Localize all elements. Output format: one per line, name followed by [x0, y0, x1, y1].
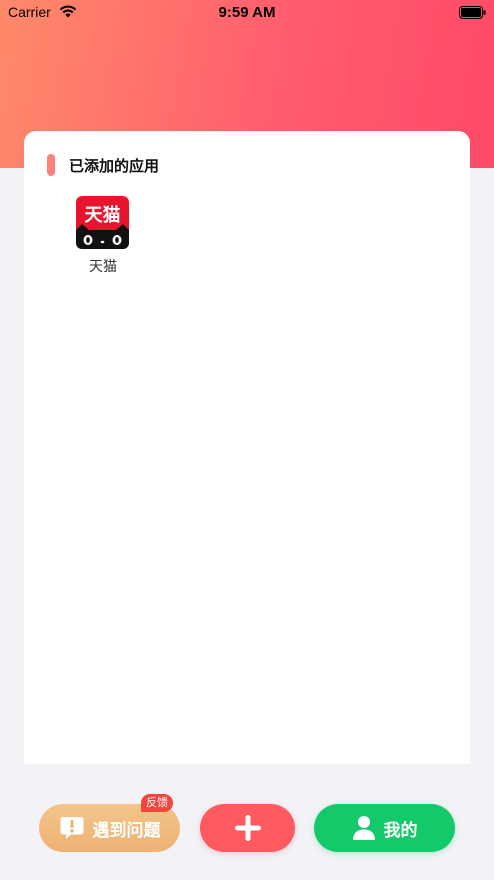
feedback-badge: 反馈	[141, 794, 173, 812]
clock: 9:59 AM	[218, 4, 276, 21]
person-icon	[352, 816, 375, 840]
mine-label: 我的	[383, 820, 418, 841]
added-apps-card: 已添加的应用 天猫 天猫	[24, 131, 470, 764]
report-problem-label: 遇到问题	[92, 820, 161, 841]
tmall-icon-text: 天猫	[85, 204, 121, 226]
app-name-tmall: 天猫	[89, 259, 117, 275]
tmall-cat-icon: 天猫	[76, 196, 129, 249]
status-bar: Carrier 9:59 AM	[0, 0, 494, 26]
mine-button[interactable]: 我的	[314, 804, 455, 852]
add-app-button[interactable]	[200, 804, 295, 852]
section-title: 已添加的应用	[69, 156, 160, 175]
plus-icon	[234, 815, 261, 841]
exclamation-bubble-icon	[60, 817, 83, 839]
section-header: 已添加的应用	[47, 154, 159, 176]
battery-icon	[459, 6, 486, 19]
app-tile-tmall[interactable]: 天猫 天猫	[76, 196, 130, 276]
section-accent-bar	[47, 154, 55, 176]
